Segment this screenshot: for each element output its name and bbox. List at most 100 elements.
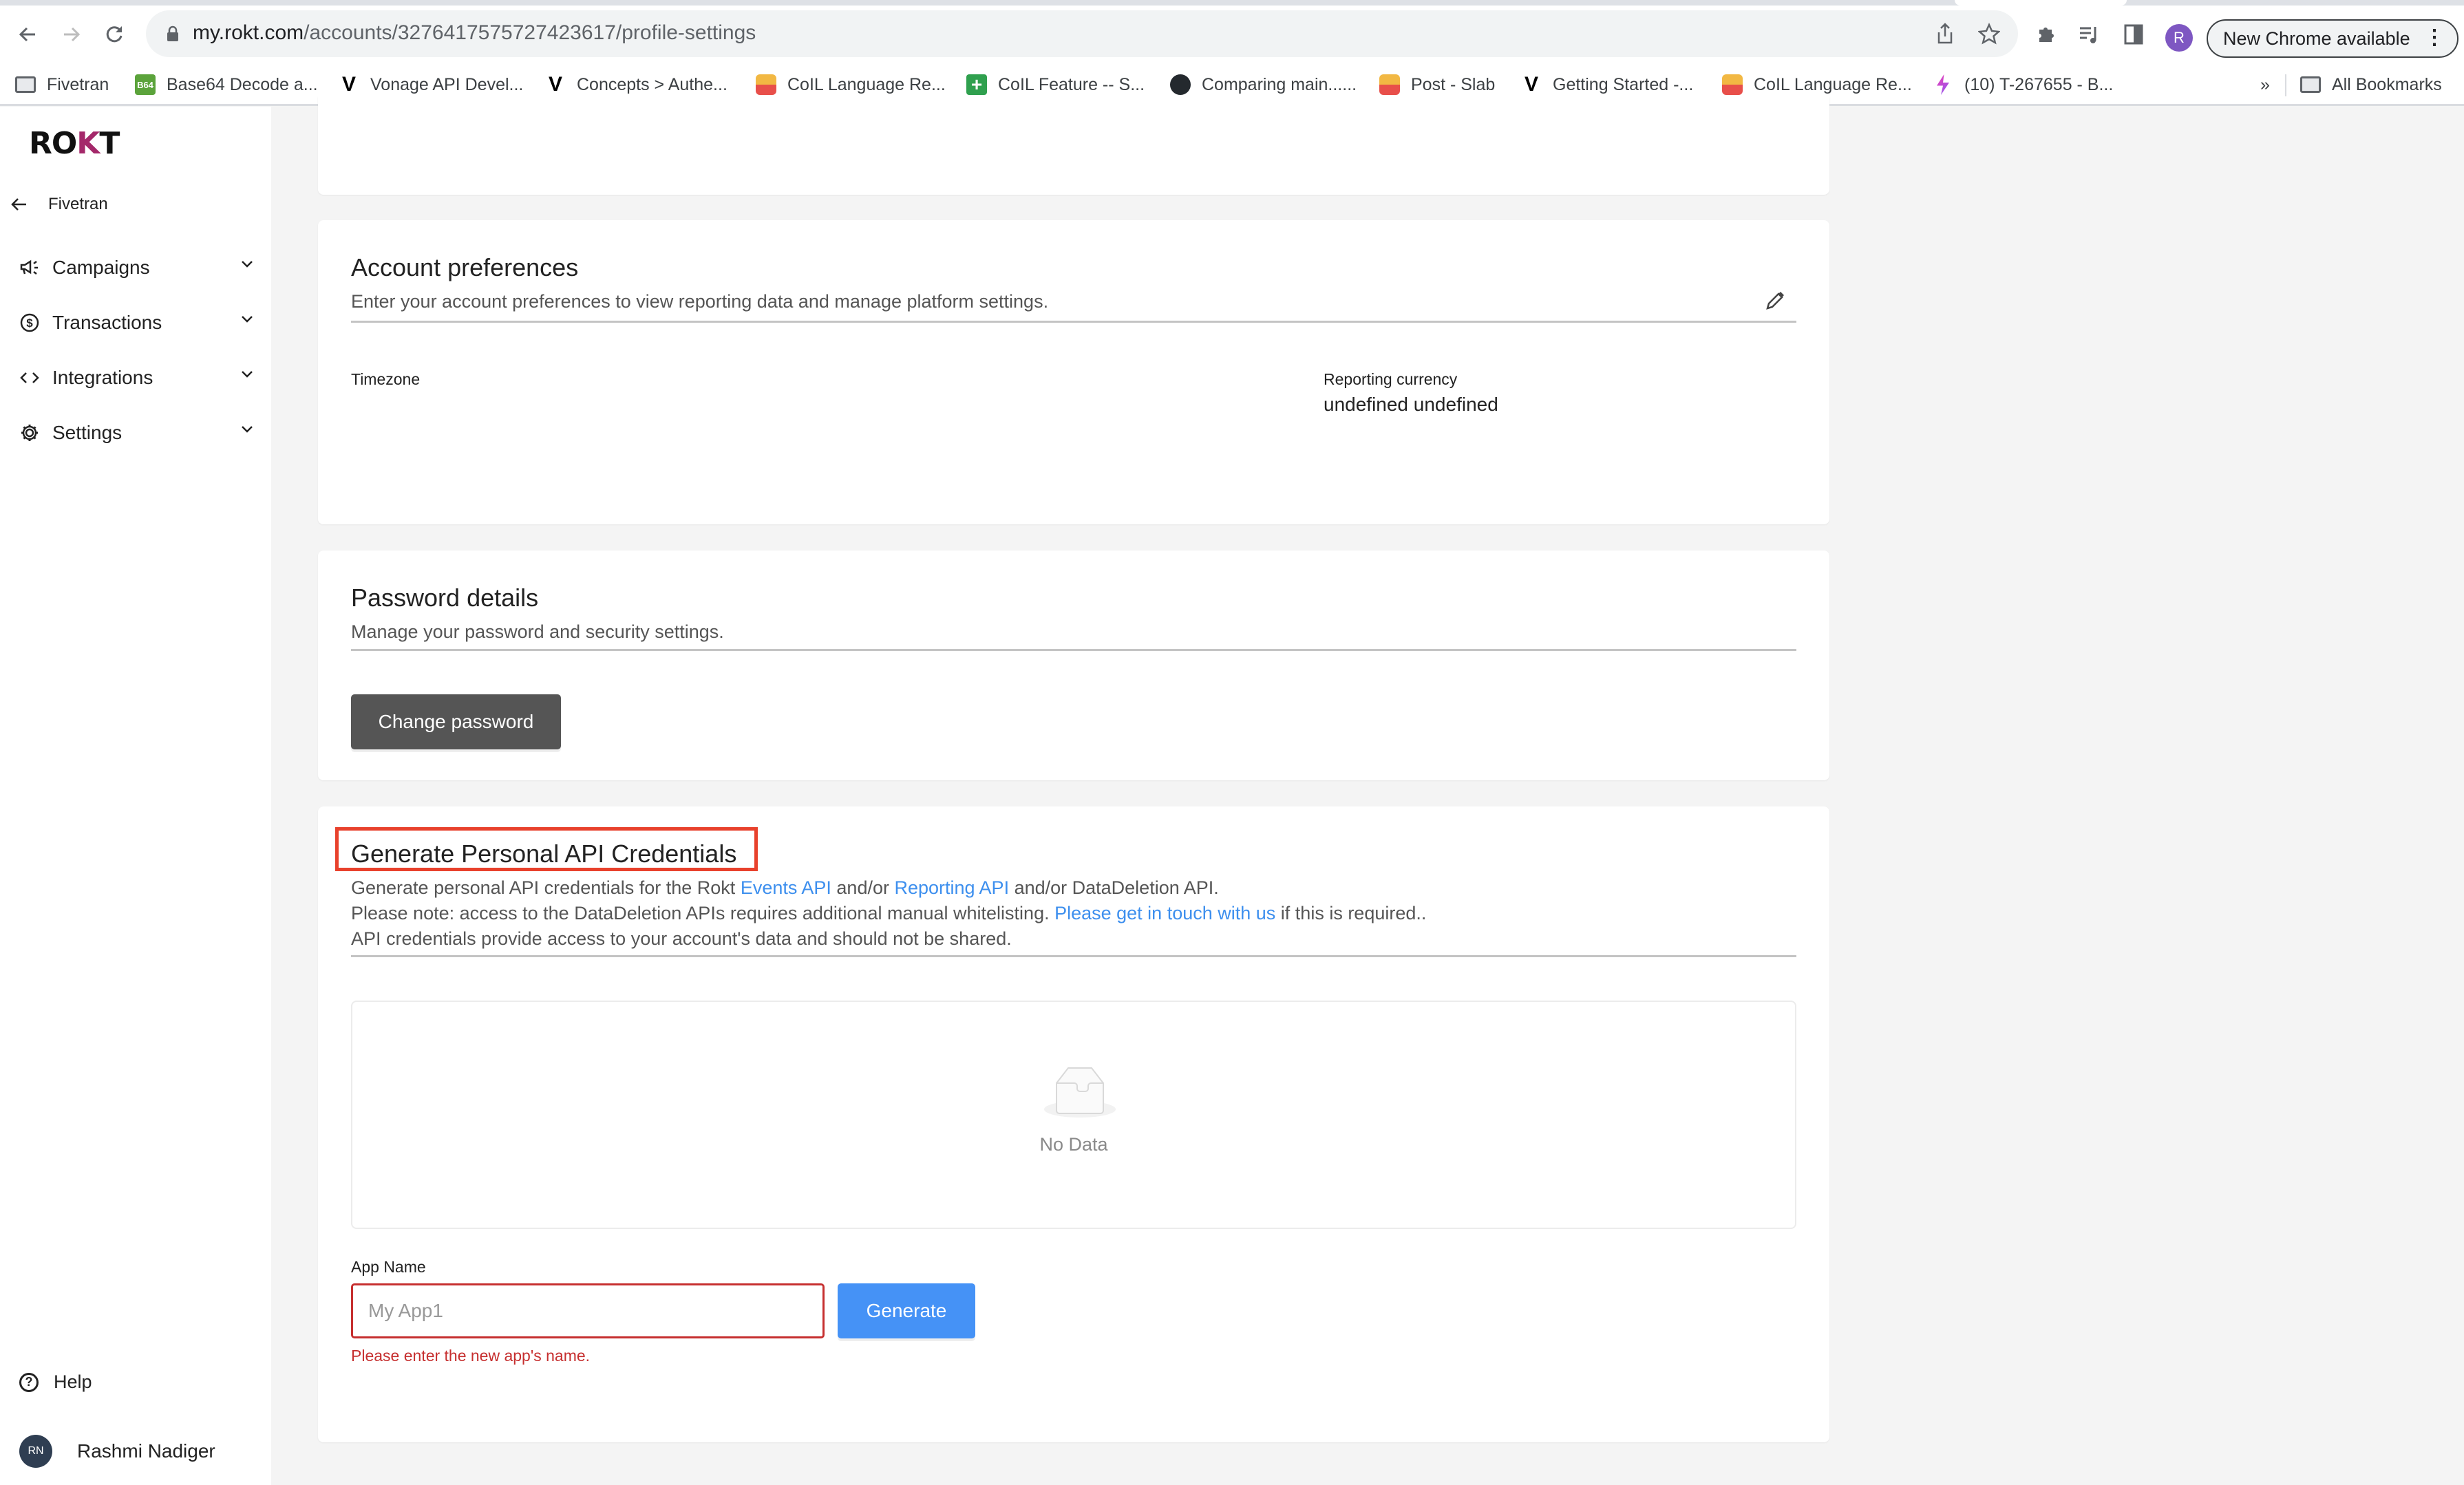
question-circle-icon: ?	[19, 1372, 39, 1392]
sidebar-item-transactions[interactable]: $ Transactions	[19, 306, 253, 339]
logo-text: RO	[29, 126, 77, 161]
kebab-menu-icon: ⋮	[2424, 26, 2445, 49]
star-icon	[1978, 23, 2000, 45]
media-queue-icon	[2080, 27, 2096, 43]
clickup-favicon-icon	[1937, 74, 1949, 95]
share-icon	[1937, 23, 1953, 44]
app-name-input[interactable]	[351, 1283, 825, 1338]
vonage-favicon-icon: V	[1524, 73, 1538, 96]
extensions-button[interactable]	[2032, 21, 2059, 48]
bookmark-label: Post - Slab	[1411, 74, 1496, 94]
sidebar-item-campaigns[interactable]: Campaigns	[19, 251, 253, 284]
lock-icon	[167, 25, 178, 41]
generate-button[interactable]: Generate	[838, 1283, 975, 1338]
github-favicon-icon	[1170, 74, 1191, 95]
bookmark-item[interactable]: Fivetran	[15, 73, 109, 96]
bookmark-label: Getting Started -...	[1553, 74, 1694, 94]
slab-favicon-icon	[1379, 74, 1400, 95]
sidebar-item-settings[interactable]: Settings	[19, 416, 253, 449]
back-link-label: Fivetran	[48, 195, 108, 213]
bookmark-item[interactable]: V Vonage API Devel...	[339, 73, 523, 96]
sidebar: ROKT Fivetran Campaigns $ Transactions I…	[0, 107, 271, 1485]
puzzle-icon	[2039, 28, 2054, 42]
chevron-down-icon	[242, 316, 253, 323]
media-button[interactable]	[2076, 21, 2103, 48]
sheets-favicon-icon: +	[966, 74, 987, 95]
bookmark-label: Vonage API Devel...	[370, 74, 524, 94]
logo-text: T	[99, 126, 120, 161]
empty-inbox-icon	[1044, 1067, 1116, 1118]
new-chrome-available-button[interactable]: New Chrome available ⋮	[2207, 19, 2458, 58]
back-to-fivetran-link[interactable]: Fivetran	[11, 195, 108, 214]
bookmark-star-button[interactable]	[1977, 21, 2001, 46]
chevron-down-icon	[242, 426, 253, 433]
folder-icon	[15, 76, 36, 93]
rokt-logo[interactable]: ROKT	[29, 126, 120, 161]
bookmark-label: Base64 Decode a...	[167, 74, 318, 94]
browser-toolbar: my.rokt.com/accounts/3276417575727423617…	[0, 6, 2464, 63]
reporting-api-link[interactable]: Reporting API	[894, 877, 1009, 898]
back-button[interactable]	[14, 21, 41, 48]
address-bar[interactable]: my.rokt.com/accounts/3276417575727423617…	[146, 10, 2018, 57]
section-title: Password details	[351, 584, 539, 612]
all-bookmarks-button[interactable]: All Bookmarks	[2300, 73, 2442, 96]
gear-icon	[19, 423, 40, 443]
bookmark-item[interactable]: V Getting Started -...	[1521, 73, 1693, 96]
user-menu[interactable]: RN Rashmi Nadiger	[19, 1435, 215, 1468]
profile-card-partial	[318, 96, 1829, 195]
sidebar-item-label: Settings	[52, 422, 123, 443]
app-name-label: App Name	[351, 1258, 426, 1276]
side-panel-button[interactable]	[2120, 21, 2147, 48]
contact-us-link[interactable]: Please get in touch with us	[1054, 903, 1275, 923]
vonage-favicon-icon: V	[548, 73, 562, 96]
sidebar-item-label: Transactions	[52, 312, 162, 333]
bookmark-label: Fivetran	[47, 74, 109, 94]
bookmark-item[interactable]: CoIL Language Re...	[756, 73, 946, 96]
text: Generate personal API credentials for th…	[351, 877, 741, 898]
bookmark-item[interactable]: B64 Base64 Decode a...	[135, 73, 318, 96]
sidebar-item-integrations[interactable]: Integrations	[19, 361, 253, 394]
section-divider	[351, 955, 1796, 957]
edit-pencil-icon[interactable]	[1765, 290, 1785, 311]
text: and/or DataDeletion API.	[1009, 877, 1219, 898]
reload-button[interactable]	[100, 21, 128, 48]
bookmark-item[interactable]: CoIL Language Re...	[1722, 73, 1912, 96]
section-subtitle: Manage your password and security settin…	[351, 621, 724, 642]
bookmark-item[interactable]: V Concepts > Authe...	[545, 73, 727, 96]
section-title: Generate Personal API Credentials	[351, 840, 737, 868]
sidebar-item-label: Campaigns	[52, 257, 150, 278]
section-divider	[351, 649, 1796, 651]
url-text: my.rokt.com/accounts/3276417575727423617…	[193, 21, 756, 45]
slab-favicon-icon	[1722, 74, 1743, 95]
api-description-line-3: API credentials provide access to your a…	[351, 928, 1012, 949]
profile-avatar[interactable]: R	[2165, 24, 2193, 52]
bookmark-label: Concepts > Authe...	[577, 74, 727, 94]
bookmark-item[interactable]: Comparing main......	[1170, 73, 1357, 96]
bookmark-label: Comparing main......	[1202, 74, 1357, 94]
base64-favicon-icon: B64	[135, 74, 156, 95]
share-button[interactable]	[1933, 21, 1957, 46]
slab-favicon-icon	[756, 74, 776, 95]
bookmark-item[interactable]: + CoIL Feature -- S...	[966, 73, 1145, 96]
bookmark-item[interactable]: Post - Slab	[1379, 73, 1495, 96]
help-link[interactable]: ? Help	[19, 1371, 92, 1393]
text: if this is required..	[1275, 903, 1427, 923]
text: and/or	[831, 877, 895, 898]
events-api-link[interactable]: Events API	[741, 877, 831, 898]
code-icon	[19, 367, 40, 388]
no-data-text: No Data	[1039, 1134, 1108, 1155]
api-description-line-1: Generate personal API credentials for th…	[351, 875, 1426, 901]
password-details-card: Password details Manage your password an…	[318, 551, 1829, 780]
bookmarks-overflow-button[interactable]: »	[2260, 73, 2270, 96]
all-bookmarks-label: All Bookmarks	[2332, 74, 2442, 94]
chevron-down-icon	[242, 261, 253, 268]
help-label: Help	[54, 1371, 92, 1392]
change-password-button[interactable]: Change password	[351, 694, 561, 749]
folder-icon	[2300, 76, 2321, 93]
forward-button[interactable]	[58, 21, 85, 48]
reload-icon	[106, 26, 123, 43]
tab-strip	[0, 0, 2464, 6]
bookmark-label: CoIL Language Re...	[787, 74, 946, 94]
bookmark-item[interactable]: (10) T-267655 - B...	[1933, 73, 2113, 96]
bookmark-label: CoIL Language Re...	[1754, 74, 1912, 94]
